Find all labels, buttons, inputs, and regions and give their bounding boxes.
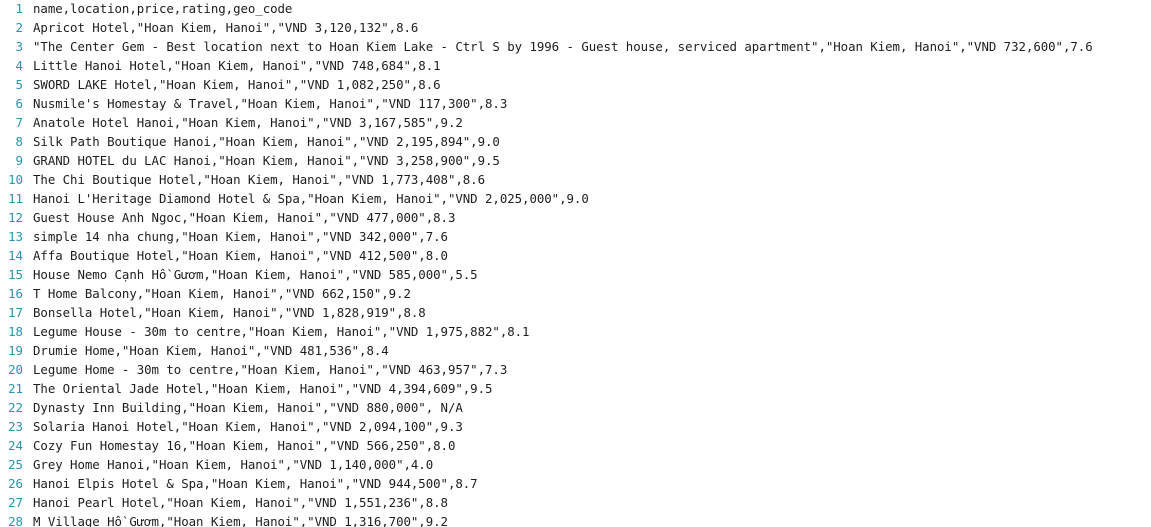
line-number: 6 — [15, 96, 23, 111]
line-number: 10 — [8, 172, 23, 187]
line-text[interactable]: Anatole Hotel Hanoi,"Hoan Kiem, Hanoi","… — [33, 113, 1151, 132]
editor-line[interactable]: 1 name,location,price,rating,geo_code — [0, 0, 1151, 18]
editor-line[interactable]: 22 Dynasty Inn Building,"Hoan Kiem, Hanoi… — [0, 398, 1151, 417]
line-number: 23 — [8, 419, 23, 434]
editor-line[interactable]: 18 Legume House - 30m to centre,"Hoan Kie… — [0, 322, 1151, 341]
line-number: 20 — [8, 362, 23, 377]
line-text[interactable]: Silk Path Boutique Hanoi,"Hoan Kiem, Han… — [33, 132, 1151, 151]
editor-line[interactable]: 7 Anatole Hotel Hanoi,"Hoan Kiem, Hanoi",… — [0, 113, 1151, 132]
line-text[interactable]: name,location,price,rating,geo_code — [33, 0, 1151, 18]
line-number: 25 — [8, 457, 23, 472]
line-number: 4 — [15, 58, 23, 73]
line-text[interactable]: Legume House - 30m to centre,"Hoan Kiem,… — [33, 322, 1151, 341]
line-text[interactable]: Cozy Fun Homestay 16,"Hoan Kiem, Hanoi",… — [33, 436, 1151, 455]
line-text[interactable]: Drumie Home,"Hoan Kiem, Hanoi","VND 481,… — [33, 341, 1151, 360]
line-text[interactable]: GRAND HOTEL du LAC Hanoi,"Hoan Kiem, Han… — [33, 151, 1151, 170]
line-number: 21 — [8, 381, 23, 396]
line-number: 16 — [8, 286, 23, 301]
line-text[interactable]: Hanoi Pearl Hotel,"Hoan Kiem, Hanoi","VN… — [33, 493, 1151, 512]
line-number: 15 — [8, 267, 23, 282]
line-number: 12 — [8, 210, 23, 225]
editor-line[interactable]: 5 SWORD LAKE Hotel,"Hoan Kiem, Hanoi","VN… — [0, 75, 1151, 94]
editor-line[interactable]: 8 Silk Path Boutique Hanoi,"Hoan Kiem, Ha… — [0, 132, 1151, 151]
line-text[interactable]: Affa Boutique Hotel,"Hoan Kiem, Hanoi","… — [33, 246, 1151, 265]
editor-line[interactable]: 9 GRAND HOTEL du LAC Hanoi,"Hoan Kiem, Ha… — [0, 151, 1151, 170]
editor-line[interactable]: 27 Hanoi Pearl Hotel,"Hoan Kiem, Hanoi","… — [0, 493, 1151, 512]
editor-line[interactable]: 14 Affa Boutique Hotel,"Hoan Kiem, Hanoi"… — [0, 246, 1151, 265]
line-number: 2 — [15, 20, 23, 35]
line-number: 22 — [8, 400, 23, 415]
line-number: 5 — [15, 77, 23, 92]
editor-line[interactable]: 23 Solaria Hanoi Hotel,"Hoan Kiem, Hanoi"… — [0, 417, 1151, 436]
line-number: 14 — [8, 248, 23, 263]
line-number: 19 — [8, 343, 23, 358]
line-text[interactable]: simple 14 nha chung,"Hoan Kiem, Hanoi","… — [33, 227, 1151, 246]
editor-line[interactable]: 13 simple 14 nha chung,"Hoan Kiem, Hanoi"… — [0, 227, 1151, 246]
line-text[interactable]: House Nemo Cạnh Hồ Gươm,"Hoan Kiem, Hano… — [33, 265, 1151, 284]
editor-line[interactable]: 21 The Oriental Jade Hotel,"Hoan Kiem, Ha… — [0, 379, 1151, 398]
editor-line[interactable]: 11 Hanoi L'Heritage Diamond Hotel & Spa,"… — [0, 189, 1151, 208]
line-text[interactable]: Hanoi Elpis Hotel & Spa,"Hoan Kiem, Hano… — [33, 474, 1151, 493]
editor-line[interactable]: 24 Cozy Fun Homestay 16,"Hoan Kiem, Hanoi… — [0, 436, 1151, 455]
line-text[interactable]: Hanoi L'Heritage Diamond Hotel & Spa,"Ho… — [33, 189, 1151, 208]
line-number: 11 — [8, 191, 23, 206]
editor-line[interactable]: 6 Nusmile's Homestay & Travel,"Hoan Kiem,… — [0, 94, 1151, 113]
editor-line[interactable]: 26 Hanoi Elpis Hotel & Spa,"Hoan Kiem, Ha… — [0, 474, 1151, 493]
line-text[interactable]: Little Hanoi Hotel,"Hoan Kiem, Hanoi","V… — [33, 56, 1151, 75]
line-text[interactable]: T Home Balcony,"Hoan Kiem, Hanoi","VND 6… — [33, 284, 1151, 303]
line-text[interactable]: Grey Home Hanoi,"Hoan Kiem, Hanoi","VND … — [33, 455, 1151, 474]
editor-line[interactable]: 10 The Chi Boutique Hotel,"Hoan Kiem, Han… — [0, 170, 1151, 189]
line-number: 13 — [8, 229, 23, 244]
line-text[interactable]: M Village Hồ Gươm,"Hoan Kiem, Hanoi","VN… — [33, 512, 1151, 527]
line-text[interactable]: Nusmile's Homestay & Travel,"Hoan Kiem, … — [33, 94, 1151, 113]
line-number: 18 — [8, 324, 23, 339]
line-number: 7 — [15, 115, 23, 130]
editor-line[interactable]: 20 Legume Home - 30m to centre,"Hoan Kiem… — [0, 360, 1151, 379]
line-number: 28 — [8, 514, 23, 527]
text-editor[interactable]: 1 name,location,price,rating,geo_code 2 Apr… — [0, 0, 1151, 527]
editor-line[interactable]: 4 Little Hanoi Hotel,"Hoan Kiem, Hanoi","… — [0, 56, 1151, 75]
line-text[interactable]: Apricot Hotel,"Hoan Kiem, Hanoi","VND 3,… — [33, 18, 1151, 37]
line-number: 17 — [8, 305, 23, 320]
editor-line[interactable]: 16 T Home Balcony,"Hoan Kiem, Hanoi","VND… — [0, 284, 1151, 303]
line-number: 24 — [8, 438, 23, 453]
line-text[interactable]: Dynasty Inn Building,"Hoan Kiem, Hanoi",… — [33, 398, 1151, 417]
editor-line[interactable]: 3 "The Center Gem - Best location next to… — [0, 37, 1151, 56]
line-text[interactable]: Legume Home - 30m to centre,"Hoan Kiem, … — [33, 360, 1151, 379]
editor-lines: 1 name,location,price,rating,geo_code 2 Apr… — [0, 0, 1151, 527]
editor-line[interactable]: 12 Guest House Anh Ngoc,"Hoan Kiem, Hanoi… — [0, 208, 1151, 227]
line-text[interactable]: Solaria Hanoi Hotel,"Hoan Kiem, Hanoi","… — [33, 417, 1151, 436]
line-text[interactable]: The Chi Boutique Hotel,"Hoan Kiem, Hanoi… — [33, 170, 1151, 189]
line-text[interactable]: The Oriental Jade Hotel,"Hoan Kiem, Hano… — [33, 379, 1151, 398]
line-text[interactable]: Bonsella Hotel,"Hoan Kiem, Hanoi","VND 1… — [33, 303, 1151, 322]
line-number: 3 — [15, 39, 23, 54]
line-text[interactable]: SWORD LAKE Hotel,"Hoan Kiem, Hanoi","VND… — [33, 75, 1151, 94]
line-number: 27 — [8, 495, 23, 510]
line-number: 9 — [15, 153, 23, 168]
line-number: 8 — [15, 134, 23, 149]
editor-line[interactable]: 19 Drumie Home,"Hoan Kiem, Hanoi","VND 48… — [0, 341, 1151, 360]
editor-line[interactable]: 15 House Nemo Cạnh Hồ Gươm,"Hoan Kiem, Ha… — [0, 265, 1151, 284]
editor-line[interactable]: 25 Grey Home Hanoi,"Hoan Kiem, Hanoi","VN… — [0, 455, 1151, 474]
editor-line[interactable]: 17 Bonsella Hotel,"Hoan Kiem, Hanoi","VND… — [0, 303, 1151, 322]
editor-line[interactable]: 2 Apricot Hotel,"Hoan Kiem, Hanoi","VND 3… — [0, 18, 1151, 37]
line-text[interactable]: "The Center Gem - Best location next to … — [33, 37, 1151, 56]
line-number: 1 — [15, 1, 23, 16]
line-text[interactable]: Guest House Anh Ngoc,"Hoan Kiem, Hanoi",… — [33, 208, 1151, 227]
line-number: 26 — [8, 476, 23, 491]
editor-line[interactable]: 28 M Village Hồ Gươm,"Hoan Kiem, Hanoi","… — [0, 512, 1151, 527]
